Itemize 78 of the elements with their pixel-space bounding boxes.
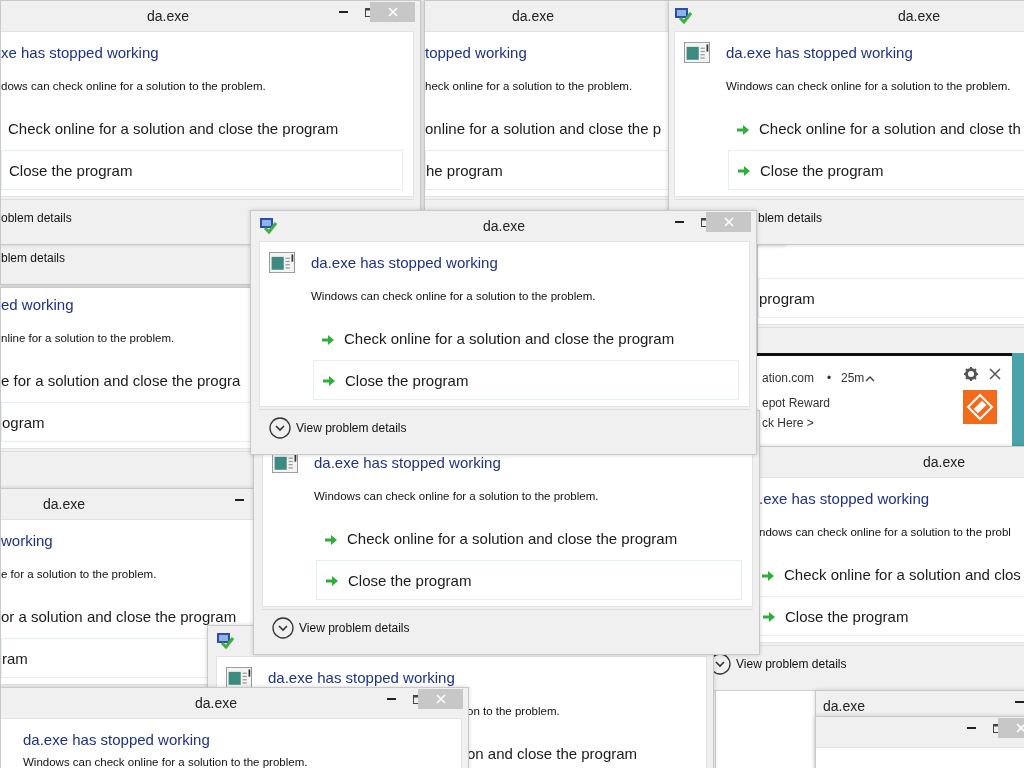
error-heading: ed working [1, 297, 74, 313]
notification-time: 25m [841, 370, 865, 386]
arrow-icon [325, 575, 339, 587]
close-icon [723, 217, 734, 227]
check-online-option[interactable]: Check online for a solution and close the program [321, 330, 675, 348]
error-message: Windows can check online for a solution to the problem. [23, 755, 308, 768]
close-program-option[interactable]: Close the program [1, 150, 403, 190]
check-online-option[interactable]: Check online for a solution and close the program [324, 530, 678, 548]
error-heading: working [1, 533, 53, 549]
error-message: Windows can check online for a solution to the problem. [314, 489, 599, 503]
program-icon [259, 217, 277, 235]
arrow-icon [736, 124, 750, 136]
window-icon [684, 42, 710, 63]
caret-icon [865, 375, 875, 383]
window-title: da.exe [823, 697, 865, 715]
arrow-icon [761, 570, 775, 582]
arrow-icon [737, 165, 751, 177]
error-heading: da.exe has stopped working [314, 455, 501, 471]
details-toggle[interactable]: blem details [758, 207, 823, 229]
notification-title: epot Reward [762, 395, 831, 411]
close-icon [989, 368, 1001, 380]
check-online-option[interactable]: e for a solution and close the progra [1, 372, 241, 390]
error-heading: .exe has stopped working [759, 491, 930, 507]
arrow-icon [324, 534, 338, 546]
close-icon [387, 7, 398, 17]
close-program-option[interactable]: program [758, 278, 1024, 318]
settings-button[interactable] [963, 366, 979, 382]
window-title: da.exe [195, 694, 237, 712]
close-program-option[interactable]: Close the program [313, 360, 739, 400]
details-toggle[interactable]: oblem details [1, 207, 72, 229]
arrow-icon [321, 334, 335, 346]
window-title: da.exe [898, 7, 940, 25]
window-title: da.exe [147, 7, 189, 25]
error-heading: xe has stopped working [1, 45, 159, 61]
error-heading: da.exe has stopped working [23, 732, 210, 748]
gear-icon [964, 367, 978, 381]
minimize-icon [1014, 701, 1024, 703]
expand-icon [272, 617, 294, 639]
window-title: da.exe [923, 453, 965, 471]
details-toggle[interactable]: View problem details [272, 617, 410, 639]
close-icon [1015, 723, 1024, 733]
details-toggle[interactable]: View problem details [709, 653, 847, 675]
check-online-option[interactable]: Check online for a solution and close th [736, 120, 1021, 138]
arrow-icon [762, 611, 776, 623]
minimize-icon [234, 499, 244, 501]
minimize-icon [966, 727, 976, 729]
close-icon [435, 694, 446, 704]
minimize-icon [386, 698, 396, 700]
error-message: nline for a solution to the problem. [1, 331, 175, 345]
error-message: Windows can check online for a solution to the problem. [726, 79, 1011, 93]
program-icon [216, 632, 234, 650]
close-program-option[interactable]: Close the program [316, 560, 742, 600]
notification-source: ation.com [762, 370, 815, 386]
program-icon [674, 7, 692, 25]
error-message: e for a solution to the problem. [1, 567, 157, 581]
notification-link[interactable]: ck Here > [762, 415, 814, 431]
logo-icon [963, 390, 997, 424]
check-online-option[interactable]: online for a solution and close the p [425, 120, 661, 138]
expand-icon [269, 417, 291, 439]
check-online-option[interactable]: Check online for a solution and close the program [8, 120, 339, 138]
window-title: da.exe [483, 217, 525, 235]
minimize-icon [674, 221, 684, 223]
error-heading: topped working [425, 45, 527, 61]
error-message: ndows can check online for a solution to the probl [759, 525, 1011, 539]
separator-dot: • [827, 370, 832, 386]
window-title: da.exe [43, 495, 85, 513]
error-heading: da.exe has stopped working [726, 45, 913, 61]
close-program-option[interactable]: Close the program [759, 596, 1024, 636]
error-message: dows can check online for a solution to the problem. [1, 79, 266, 93]
error-message: heck online for a solution to the problem. [425, 79, 633, 93]
arrow-icon [322, 375, 336, 387]
minimize-icon [338, 11, 348, 13]
error-message: Windows can check online for a solution to the problem. [311, 289, 596, 303]
close-program-option[interactable]: Close the program [728, 150, 1024, 190]
check-online-option[interactable]: Check online for a solution and clos [761, 566, 1021, 584]
check-online-option[interactable]: or a solution and close the program [1, 608, 237, 626]
window-title: da.exe [512, 7, 554, 25]
close-button[interactable] [987, 366, 1003, 382]
